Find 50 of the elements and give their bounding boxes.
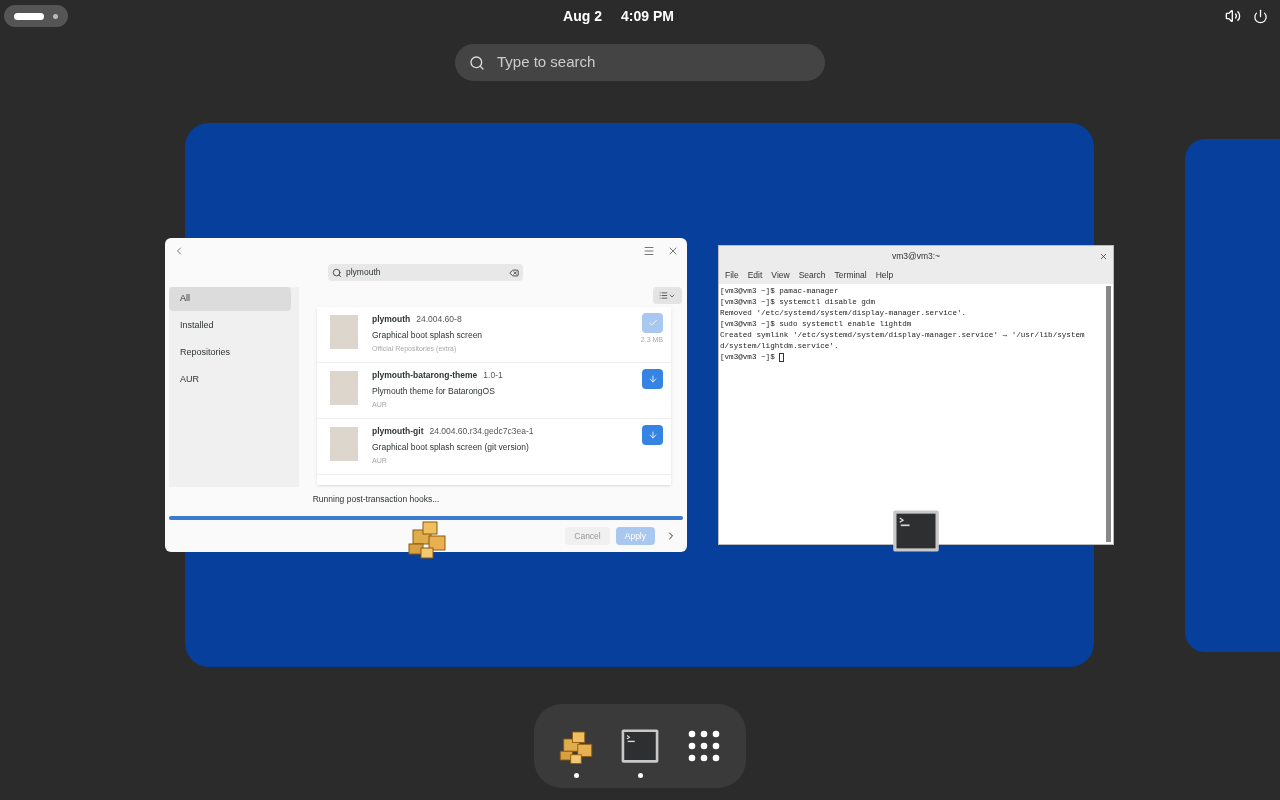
file-icon [330, 315, 358, 349]
clock-text[interactable]: 4:09 PM [621, 5, 674, 27]
install-button[interactable] [642, 369, 663, 389]
view-mode-button[interactable] [653, 287, 682, 304]
package-version: 24.004.60.r34.gedc7c3ea-1 [429, 425, 534, 438]
sidebar-item[interactable]: Installed [169, 314, 291, 338]
search-field[interactable]: Type to search [455, 44, 825, 81]
package-description: Plymouth theme for BatarongOS [372, 384, 496, 398]
package-name: plymouth [372, 313, 411, 326]
activities-button[interactable] [4, 5, 68, 27]
menu-item[interactable]: File [725, 268, 739, 282]
search-placeholder: Type to search [497, 52, 596, 73]
window-title: vm3@vm3:~ [890, 249, 942, 263]
date-text[interactable]: Aug 2 [563, 5, 602, 27]
workspace-thumbnail[interactable] [1185, 139, 1280, 652]
text-cursor [779, 353, 785, 362]
menu-item[interactable]: Edit [747, 268, 763, 282]
status-text: Running post-transaction hooks... [312, 493, 440, 506]
menu-item[interactable]: Help [875, 268, 894, 282]
search-icon [332, 267, 342, 278]
clear-icon[interactable] [509, 267, 519, 278]
package-description: Graphical boot splash screen (git version) [372, 440, 530, 454]
search-field[interactable]: plymouth [328, 264, 523, 281]
workspace-indicator-icon [14, 12, 44, 20]
download-icon [647, 430, 658, 440]
install-button[interactable] [642, 425, 663, 445]
menu-icon[interactable] [643, 245, 655, 257]
close-icon[interactable] [1099, 251, 1108, 261]
menu-item[interactable]: Terminal [834, 268, 867, 282]
sidebar-item[interactable]: All [169, 287, 291, 311]
menu-item[interactable]: Search [798, 268, 826, 282]
file-icon [330, 427, 358, 461]
check-icon [647, 318, 658, 328]
file-icon [330, 371, 358, 405]
app-grid-icon[interactable] [687, 728, 721, 763]
list-icon [659, 291, 668, 300]
package-name: plymouth-git [372, 425, 424, 438]
close-icon[interactable] [667, 245, 679, 257]
sidebar-item[interactable]: Repositories [169, 341, 291, 365]
power-icon[interactable] [1253, 8, 1268, 24]
package-version: 1.0-1 [483, 369, 503, 382]
search-value: plymouth [346, 266, 382, 279]
volume-icon[interactable] [1225, 8, 1241, 24]
package-version: 24.004.60-8 [416, 313, 462, 326]
search-icon [469, 54, 485, 71]
menu-item[interactable]: View [771, 268, 790, 282]
sidebar-item[interactable]: AUR [169, 368, 291, 392]
download-icon [647, 374, 658, 384]
package-description: Graphical boot splash screen [372, 328, 484, 342]
package-name: plymouth-batarong-theme [372, 369, 478, 382]
